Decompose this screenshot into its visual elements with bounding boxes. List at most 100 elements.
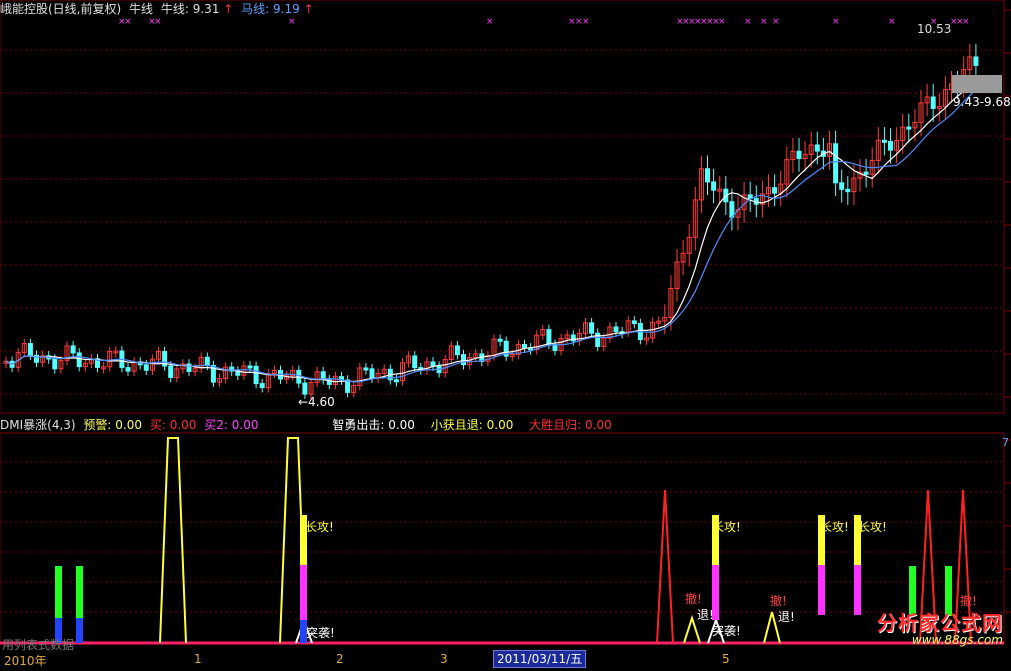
big-win-label: 大胜且归: [529, 418, 582, 432]
top-marker: × [772, 17, 780, 27]
main-chart-title: 峨能控股(日线,前复权) 牛线 牛线: 9.31 ↑ 马线: 9.19 ↑ [0, 0, 318, 18]
candle-body [833, 143, 839, 184]
signal-bar [76, 566, 83, 618]
top-marker: × [760, 17, 768, 27]
candle-body [863, 171, 869, 175]
right-scale-label: 7 [1002, 436, 1009, 449]
candle-body [430, 361, 436, 367]
candle-body [27, 343, 33, 356]
attack-signal-label: 长攻! [858, 520, 887, 534]
stock-name: 峨能控股(日线,前复权) [0, 2, 122, 16]
candle-body [888, 140, 893, 151]
candle-body [247, 365, 253, 369]
indicator-name: DMI暴涨(4,3) [0, 418, 76, 432]
candle-body [839, 182, 845, 190]
candle-body [363, 367, 369, 371]
raid-signal-label: 突袭! [712, 624, 741, 638]
warn-peak [159, 437, 187, 644]
candle-body [76, 352, 82, 368]
indicator-name: 牛线 [129, 2, 154, 16]
signal-bar [300, 565, 307, 620]
candle-body [143, 364, 149, 371]
candle-body [881, 139, 887, 143]
candle-body [70, 345, 76, 354]
candle-body [906, 126, 912, 130]
bull-line [5, 79, 977, 383]
small-gain-value: 0.00 [486, 418, 514, 432]
top-marker: × [582, 17, 590, 27]
horse-line-label: 马线: [241, 2, 270, 16]
brave-label: 智勇出击: [332, 418, 385, 432]
candle-body [845, 188, 851, 193]
warn-label: 预警: [83, 418, 112, 432]
bull-line-value: 9.31 [192, 2, 220, 16]
signal-spike [656, 489, 674, 644]
warn-value: 0.00 [115, 418, 143, 432]
candle-body [796, 150, 802, 160]
candle-body [369, 368, 375, 379]
fallback-signal-label: 撤! [685, 592, 702, 606]
retreat-signal-label: 退! [778, 610, 795, 624]
candle-body [345, 379, 351, 393]
candle-body [973, 56, 979, 66]
month-label: 1 [194, 652, 202, 666]
top-marker: × [744, 17, 752, 27]
candle-body [497, 338, 503, 342]
candle-body [52, 358, 58, 370]
month-label: 3 [440, 652, 448, 666]
horse-line [5, 89, 977, 383]
low-price-label: ←4.60 [298, 395, 335, 409]
big-win-value: 0.00 [585, 418, 612, 432]
top-marker: × [962, 17, 970, 27]
high-price-label: 10.53 [917, 22, 952, 36]
candle-body [253, 365, 259, 385]
small-gain-label: 小获且退: [430, 418, 483, 432]
candle-body [711, 181, 717, 191]
top-marker: × [888, 17, 896, 27]
footer-hint: 用列表式数据 [2, 638, 75, 652]
retreat-signal-label: 退! [697, 608, 714, 622]
horse-line-value: 9.19 [273, 2, 300, 16]
top-marker: × [832, 17, 840, 27]
month-label: 2 [336, 652, 344, 666]
candle-body [454, 345, 460, 356]
top-marker: × [486, 17, 494, 27]
candle-body [125, 367, 131, 372]
candle-body [546, 329, 552, 345]
bull-line-arrow: ↑ [223, 2, 234, 16]
signal-bar [76, 618, 83, 643]
candle-body [613, 326, 619, 333]
candle-body [461, 354, 466, 366]
top-marker: × [718, 17, 726, 27]
candle-body [631, 320, 637, 325]
watermark-url: www.88gs.com [911, 633, 1003, 647]
buy-value: 0.00 [169, 418, 197, 432]
candle-body [259, 383, 265, 389]
horse-line-arrow: ↑ [303, 2, 314, 16]
candle-body [302, 382, 308, 395]
candle-body [168, 365, 174, 378]
candle-body [393, 379, 399, 383]
brave-value: 0.00 [388, 418, 415, 432]
range-price-label: 9.43-9.68 [953, 95, 1011, 109]
cursor-date-label: 2011/03/11/五 [493, 650, 587, 668]
candle-body [412, 355, 418, 369]
candle-body [204, 356, 210, 366]
fallback-signal-label: 撤! [770, 594, 787, 608]
candle-body [705, 168, 710, 183]
price-band [952, 75, 1002, 93]
top-marker: × [124, 17, 132, 27]
candle-body [814, 144, 820, 152]
raid-signal-label: 突袭! [306, 626, 335, 640]
year-label: 2010年 [4, 654, 47, 668]
top-marker: × [288, 17, 296, 27]
buy2-label: 买2: [204, 418, 228, 432]
candle-body [522, 343, 527, 349]
signal-bar [55, 566, 62, 618]
chart-canvas[interactable]: ×× ×× × × × × × ×××××××× × × × × × × ××× [0, 0, 1011, 671]
watermark-main-text: 分析家公式网 [877, 611, 1003, 635]
candle-body [772, 187, 778, 194]
bull-line-label: 牛线: [160, 2, 189, 16]
candle-body [930, 96, 936, 109]
attack-signal-label: 长攻! [820, 520, 849, 534]
